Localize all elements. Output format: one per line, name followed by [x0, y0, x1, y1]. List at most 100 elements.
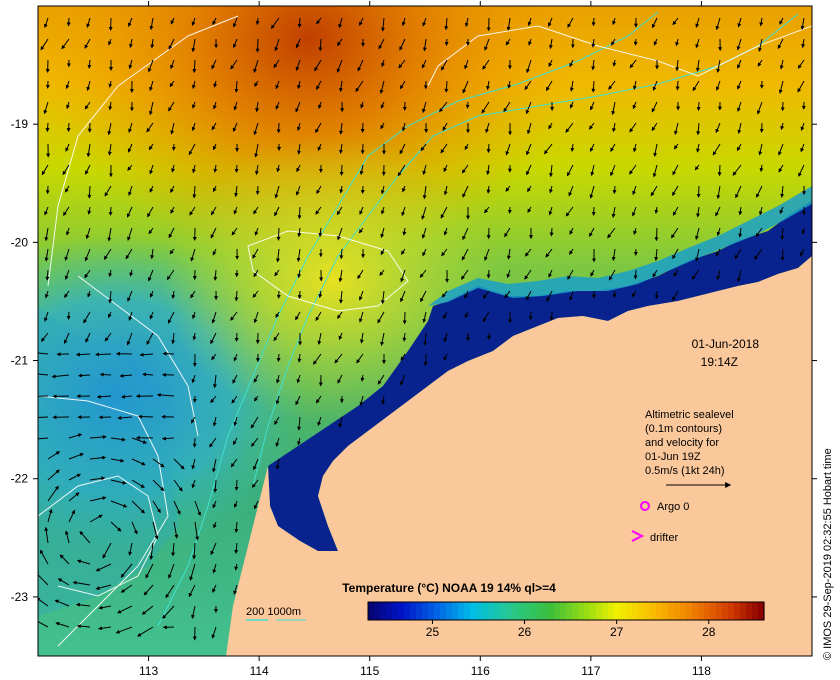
velocity-arrow: [276, 122, 281, 134]
lat-tick-label: -22: [11, 472, 29, 486]
velocity-arrow: [297, 206, 302, 220]
colorbar-cell: [374, 602, 381, 620]
colorbar-cell: [692, 602, 699, 620]
velocity-arrow: [444, 38, 449, 46]
colorbar-cell: [608, 602, 615, 620]
velocity-arrow: [255, 185, 260, 195]
drifter-label: drifter: [650, 532, 678, 544]
colorbar-cell: [536, 602, 543, 620]
lon-tick-label: 118: [692, 664, 711, 678]
colorbar-cell: [404, 602, 411, 620]
lat-tick-label: -19: [11, 117, 29, 131]
colorbar-cell: [452, 602, 459, 620]
colorbar-cell: [734, 602, 741, 620]
velocity-arrow: [297, 17, 302, 28]
lon-tick-label: 115: [360, 664, 379, 678]
colorbar-cell: [566, 602, 573, 620]
colorbar-cell: [554, 602, 561, 620]
colorbar-cell: [500, 602, 507, 620]
colorbar-cell: [506, 602, 513, 620]
legend-line-2: (0.1m contours): [645, 423, 722, 435]
colorbar-cell: [518, 602, 525, 620]
velocity-arrow: [276, 227, 281, 241]
velocity-arrow: [780, 248, 785, 261]
colorbar-cell: [674, 602, 681, 620]
colorbar-cell: [656, 602, 663, 620]
colorbar-cell: [626, 602, 633, 620]
velocity-arrow: [633, 38, 638, 46]
colorbar-cell: [368, 602, 375, 620]
colorbar-cell: [662, 602, 669, 620]
colorbar-cell: [620, 602, 627, 620]
colorbar-cell: [542, 602, 549, 620]
colorbar-cell: [686, 602, 693, 620]
velocity-arrow: [360, 122, 365, 133]
velocity-arrow: [138, 414, 154, 419]
velocity-arrow: [108, 206, 113, 216]
colorbar-cell: [530, 602, 537, 620]
timestamp-time: 19:14Z: [701, 355, 738, 369]
colorbar-cell: [632, 602, 639, 620]
colorbar-cell: [512, 602, 519, 620]
velocity-arrow: [549, 227, 554, 237]
colorbar-cell: [710, 602, 717, 620]
colorbar-cell: [482, 602, 489, 620]
velocity-arrow: [339, 164, 344, 176]
legend-line-3: and velocity for: [645, 437, 719, 449]
colorbar-cell: [704, 602, 711, 620]
velocity-arrow: [612, 185, 617, 195]
colorbar-cell: [560, 602, 567, 620]
velocity-arrow: [75, 352, 91, 357]
colorbar-cell: [410, 602, 417, 620]
velocity-arrow: [162, 351, 175, 356]
bathymetry-legend-label: 200 1000m: [246, 606, 301, 618]
velocity-arrow: [234, 332, 239, 342]
colorbar-tick-label: 26: [518, 625, 532, 639]
velocity-arrow: [654, 227, 659, 242]
colorbar-cell: [380, 602, 387, 620]
legend-line-4: 01-Jun 19Z: [645, 451, 701, 463]
colorbar-cell: [602, 602, 609, 620]
colorbar-cell: [584, 602, 591, 620]
velocity-arrow: [465, 101, 470, 109]
colorbar-cell: [638, 602, 645, 620]
colorbar-cell: [476, 602, 483, 620]
velocity-arrow: [255, 38, 260, 53]
velocity-arrow: [486, 269, 491, 279]
velocity-arrow: [99, 372, 112, 377]
velocity-arrow: [255, 17, 260, 26]
colorbar-cell: [614, 602, 621, 620]
colorbar-cell: [488, 602, 495, 620]
velocity-arrow: [591, 17, 596, 27]
lat-tick-label: -20: [11, 235, 29, 249]
colorbar-cell: [680, 602, 687, 620]
colorbar-cell: [548, 602, 555, 620]
sst-map: 01-Jun-2018 19:14Z Altimetric sealevel (…: [38, 6, 812, 656]
velocity-arrow: [45, 122, 50, 133]
colorbar-cell: [698, 602, 705, 620]
lat-tick-label: -23: [11, 590, 29, 604]
lon-tick-label: 117: [581, 664, 600, 678]
colorbar-cell: [740, 602, 747, 620]
sst-map-figure: 01-Jun-2018 19:14Z Altimetric sealevel (…: [0, 0, 840, 680]
colorbar-cell: [728, 602, 735, 620]
credit-text: © IMOS 29-Sep-2019 02:32:55 Hobart time: [822, 448, 834, 660]
velocity-arrow: [77, 373, 91, 378]
velocity-arrow: [95, 352, 112, 357]
colorbar-cell: [572, 602, 579, 620]
velocity-arrow: [234, 479, 239, 491]
velocity-arrow: [612, 290, 617, 299]
velocity-arrow: [38, 395, 49, 397]
colorbar-cell: [416, 602, 423, 620]
colorbar-cell: [428, 602, 435, 620]
colorbar-cell: [524, 602, 531, 620]
velocity-arrow: [276, 353, 281, 362]
velocity-arrow: [633, 269, 638, 280]
velocity-arrow: [696, 185, 701, 198]
colorbar-tick-label: 28: [702, 625, 716, 639]
colorbar-cell: [422, 602, 429, 620]
colorbar-cell: [644, 602, 651, 620]
lat-tick-label: -21: [11, 354, 29, 368]
colorbar-cell: [464, 602, 471, 620]
colorbar-cell: [590, 602, 597, 620]
